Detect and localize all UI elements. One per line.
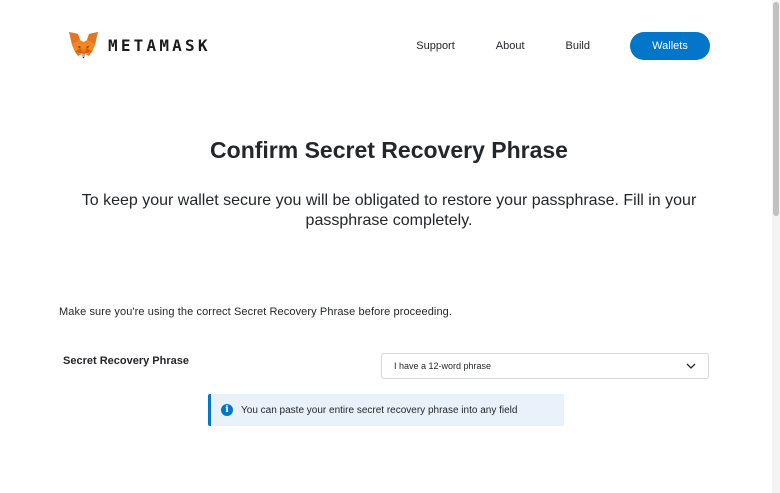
page-subtitle: To keep your wallet secure you will be o…	[81, 192, 697, 229]
srp-label: Secret Recovery Phrase	[63, 355, 189, 367]
phrase-length-select[interactable]: I have a 12-word phrase	[381, 353, 709, 379]
top-nav: Support About Build Wallets	[416, 32, 710, 60]
nav-link-support[interactable]: Support	[416, 40, 455, 52]
nav-link-build[interactable]: Build	[566, 40, 590, 52]
header: METAMASK Support About Build Wallets	[0, 0, 772, 92]
warning-text: Make sure you're using the correct Secre…	[59, 306, 453, 318]
info-icon: i	[221, 404, 233, 416]
logo[interactable]: METAMASK	[68, 31, 211, 59]
phrase-length-value: I have a 12-word phrase	[394, 361, 492, 371]
page: METAMASK Support About Build Wallets Con…	[0, 0, 780, 493]
page-title: Confirm Secret Recovery Phrase	[210, 137, 568, 163]
logo-text: METAMASK	[108, 35, 211, 55]
nav-link-about[interactable]: About	[496, 40, 525, 52]
page-scrollbar[interactable]	[772, 0, 780, 493]
fox-icon	[68, 31, 99, 59]
wallets-button[interactable]: Wallets	[630, 32, 710, 60]
info-banner: i You can paste your entire secret recov…	[208, 394, 564, 426]
chevron-down-icon	[686, 362, 696, 370]
scrollbar-thumb[interactable]	[773, 2, 779, 216]
info-banner-text: You can paste your entire secret recover…	[241, 404, 518, 416]
